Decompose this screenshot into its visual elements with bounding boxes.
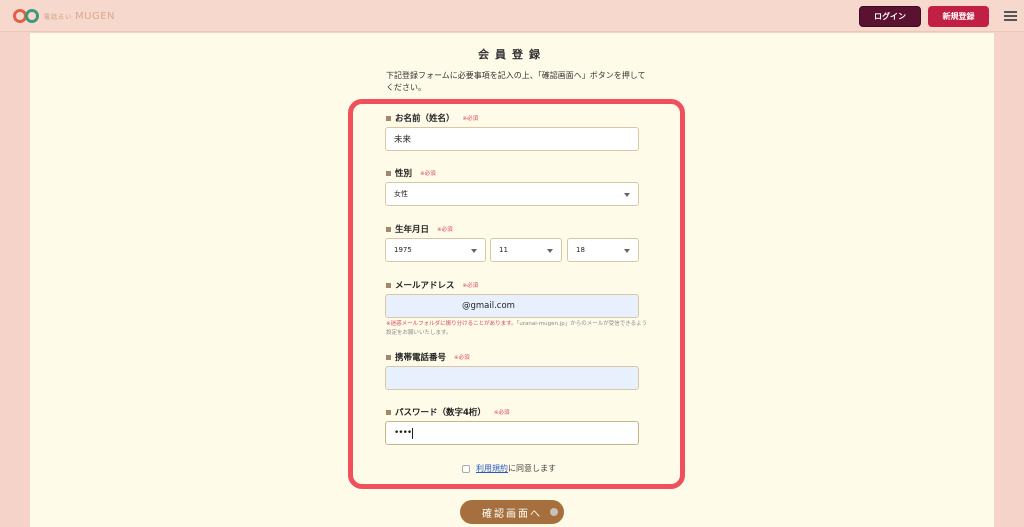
page-title: 会員登録	[478, 48, 546, 61]
register-button[interactable]: 新規登録	[928, 6, 989, 27]
square-bullet-icon	[386, 170, 391, 176]
birth-month-select[interactable]: 11	[490, 238, 562, 262]
required-badge: ※必須	[437, 227, 453, 233]
square-bullet-icon	[386, 282, 391, 288]
gender-label: 性別 ※必須	[386, 167, 436, 179]
name-input[interactable]: 未来	[385, 127, 639, 151]
confirm-button[interactable]: 確認画面へ	[460, 500, 564, 524]
phone-input[interactable]	[385, 366, 639, 390]
logo-text: MUGEN	[75, 10, 116, 22]
required-badge: ※必須	[493, 410, 510, 416]
chevron-down-icon	[471, 249, 477, 253]
text-caret	[412, 427, 414, 439]
square-bullet-icon	[386, 226, 391, 232]
hamburger-menu-icon[interactable]	[1004, 11, 1017, 21]
square-bullet-icon	[386, 354, 391, 360]
chevron-down-icon	[624, 249, 630, 253]
gender-select[interactable]: 女性	[385, 182, 639, 206]
chevron-down-icon	[624, 193, 630, 197]
square-bullet-icon	[386, 115, 391, 121]
terms-link[interactable]: 利用規約	[476, 463, 508, 474]
required-badge: ※必須	[420, 171, 436, 177]
password-input[interactable]: ••••	[385, 421, 639, 445]
login-button[interactable]: ログイン	[859, 6, 921, 27]
chevron-down-icon	[547, 249, 553, 253]
terms-agreement: 利用規約 に同意します	[462, 463, 556, 474]
circle-icon	[550, 508, 558, 516]
square-bullet-icon	[386, 409, 391, 415]
email-label: メールアドレス ※必須	[386, 279, 478, 291]
birthday-label: 生年月日 ※必須	[386, 223, 453, 235]
required-badge: ※必須	[454, 355, 470, 361]
phone-label: 携帯電話番号 ※必須	[386, 351, 470, 363]
email-notice: ※迷惑メールフォルダに振り分けることがあります。「uranai-mugen.jp…	[386, 321, 648, 336]
required-badge: ※必須	[462, 116, 479, 122]
intro-text: 下記登録フォームに必要事項を記入の上、「確認画面へ」ボタンを押してください。	[386, 71, 646, 92]
birth-year-select[interactable]: 1975	[385, 238, 486, 262]
site-logo[interactable]: 電話占い MUGEN	[12, 8, 115, 24]
birth-day-select[interactable]: 18	[567, 238, 639, 262]
logo-subtitle: 電話占い	[44, 13, 73, 21]
email-input[interactable]: @gmail.com	[385, 294, 639, 318]
password-label: パスワード（数字4桁） ※必須	[386, 406, 510, 418]
name-label: お名前（姓名） ※必須	[386, 112, 478, 124]
site-header: 電話占い MUGEN ログイン 新規登録	[0, 0, 1024, 32]
infinity-logo-icon	[12, 8, 40, 24]
required-badge: ※必須	[462, 283, 479, 289]
terms-checkbox[interactable]	[462, 464, 470, 473]
